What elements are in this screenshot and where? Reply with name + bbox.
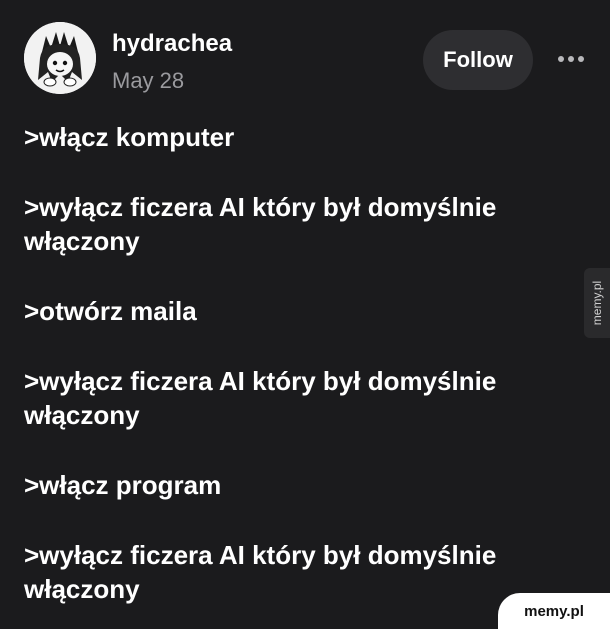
post-body: >włącz komputer >wyłącz ficzera AI który… <box>24 120 564 606</box>
avatar-image <box>24 22 96 94</box>
post-line: >włącz program <box>24 470 222 500</box>
post-header: hydrachea May 28 Follow <box>0 0 610 110</box>
post-line: >włącz komputer <box>24 122 235 152</box>
side-watermark: memy.pl <box>584 268 610 338</box>
more-horizontal-icon <box>578 56 584 62</box>
post-date: May 28 <box>112 68 185 93</box>
post-line: >otwórz maila <box>24 296 197 326</box>
more-options-button[interactable] <box>552 45 590 73</box>
post-line: >wyłącz ficzera AI który był domyślnie w… <box>24 366 497 430</box>
follow-button[interactable]: Follow <box>423 30 533 90</box>
side-watermark-text: memy.pl <box>590 280 605 326</box>
avatar[interactable] <box>24 22 96 94</box>
post-line: >wyłącz ficzera AI który był domyślnie w… <box>24 192 497 256</box>
more-horizontal-icon <box>568 56 574 62</box>
corner-watermark: memy.pl <box>498 593 610 629</box>
username[interactable]: hydrachea <box>112 30 232 58</box>
more-horizontal-icon <box>558 56 564 62</box>
post-line: >wyłącz ficzera AI który był domyślnie w… <box>24 540 497 604</box>
